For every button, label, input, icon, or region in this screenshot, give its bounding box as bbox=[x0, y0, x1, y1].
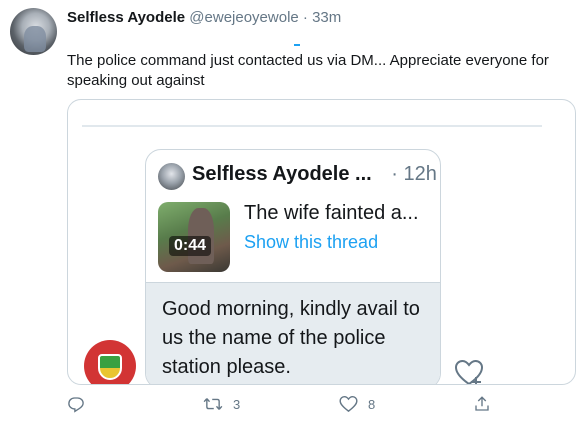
retweet-count: 3 bbox=[233, 396, 241, 412]
reply-action[interactable] bbox=[67, 395, 95, 413]
quoted-tweet-header: Selfless Ayodele ... · 12h bbox=[192, 163, 437, 186]
tweet-action-bar: 3 8 bbox=[0, 395, 584, 417]
separator-dot: · bbox=[302, 9, 308, 26]
reply-message: Good morning, kindly avail to us the nam… bbox=[146, 282, 440, 384]
show-thread-link: Show this thread bbox=[244, 232, 379, 252]
video-thumbnail: 0:44 bbox=[158, 202, 230, 272]
retweet-icon bbox=[203, 398, 223, 410]
media-divider bbox=[82, 125, 542, 127]
share-icon bbox=[475, 396, 489, 411]
like-action[interactable]: 8 bbox=[339, 395, 375, 413]
quoted-author-avatar bbox=[158, 163, 185, 190]
tweet-timestamp[interactable]: 33m bbox=[312, 9, 341, 26]
like-icon bbox=[339, 396, 358, 413]
police-logo bbox=[84, 340, 136, 384]
text-cursor-mark bbox=[294, 44, 300, 46]
share-action[interactable] bbox=[473, 395, 491, 413]
quoted-title: The wife fainted a... bbox=[244, 202, 419, 224]
quoted-author-name: Selfless Ayodele ... bbox=[192, 163, 372, 185]
quoted-tweet-card[interactable]: Selfless Ayodele ... · 12h 0:44 The wife… bbox=[145, 149, 441, 384]
quoted-time: 12h bbox=[403, 163, 437, 185]
author-avatar[interactable] bbox=[10, 8, 57, 55]
tweet-text: The police command just contacted us via… bbox=[67, 52, 549, 89]
reply-icon bbox=[68, 397, 84, 413]
retweet-action[interactable]: 3 bbox=[203, 395, 240, 413]
police-crest-icon bbox=[98, 354, 122, 380]
heart-plus-icon bbox=[454, 359, 484, 384]
tweet-media-screenshot[interactable]: Selfless Ayodele ... · 12h 0:44 The wife… bbox=[67, 99, 576, 385]
video-duration-badge: 0:44 bbox=[169, 236, 212, 256]
quoted-timestamp: · 12h bbox=[391, 163, 437, 185]
quoted-separator: · bbox=[391, 163, 398, 185]
author-handle[interactable]: @ewejeoyewole bbox=[189, 9, 298, 26]
author-name[interactable]: Selfless Ayodele bbox=[67, 9, 185, 26]
like-count: 8 bbox=[368, 396, 376, 412]
tweet-header: Selfless Ayodele @ewejeoyewole · 33m bbox=[67, 9, 341, 26]
